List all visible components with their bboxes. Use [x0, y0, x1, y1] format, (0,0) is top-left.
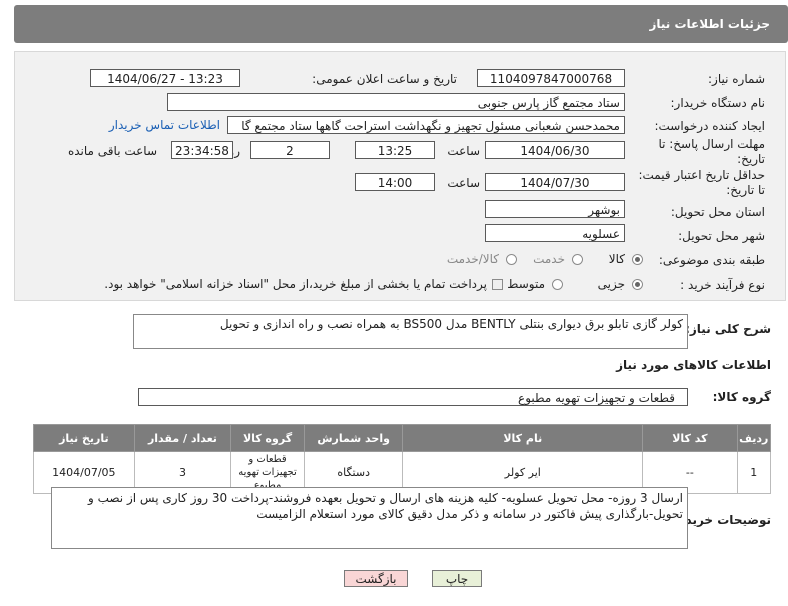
remaining-label: ساعت باقی مانده [67, 144, 157, 158]
city-field[interactable]: عسلویه [485, 224, 625, 242]
goods-section-title: اطلاعات کالاهای مورد نیاز [616, 358, 771, 372]
description-label: شرح کلی نیاز: [685, 322, 771, 336]
price-date-field[interactable]: 1404/07/30 [485, 173, 625, 191]
reply-time-label: ساعت [447, 144, 480, 158]
days-field[interactable]: 2 [250, 141, 330, 159]
page-header: جزئیات اطلاعات نیاز [14, 5, 788, 43]
price-time-label: ساعت [447, 176, 480, 190]
need-number-label: شماره نیاز: [708, 72, 765, 86]
price-deadline-label: حداقل تاریخ اعتبار قیمت: تا تاریخ: [638, 168, 765, 197]
price-time-field[interactable]: 14:00 [355, 173, 435, 191]
col-date: تاریخ نیاز [33, 424, 135, 452]
purchase-small-label: جزیی [597, 277, 625, 291]
province-field[interactable]: بوشهر [485, 200, 625, 218]
goods-table: ردیف کد کالا نام کالا واحد شمارش گروه کا… [33, 424, 772, 494]
payment-note: پرداخت تمام یا بخشی از مبلغ خرید،از محل … [104, 277, 487, 291]
reply-deadline-label: مهلت ارسال پاسخ: تا تاریخ: [658, 137, 765, 166]
reply-time-field[interactable]: 13:25 [355, 141, 435, 159]
goods-group-field[interactable]: قطعات و تجهیزات تهویه مطبوع [138, 388, 688, 406]
buyer-org-field[interactable]: ستاد مجتمع گاز پارس جنوبی [167, 93, 625, 111]
buyer-contact-link[interactable]: اطلاعات تماس خریدار [109, 118, 220, 132]
purchase-medium-label: متوسط [507, 277, 545, 291]
city-label: شهر محل تحویل: [678, 229, 765, 243]
treasury-checkbox[interactable] [492, 279, 503, 290]
reply-date-field[interactable]: 1404/06/30 [485, 141, 625, 159]
buyer-org-label: نام دستگاه خریدار: [670, 96, 766, 110]
goods-group-label: گروه کالا: [712, 390, 771, 404]
col-group: گروه کالا [230, 424, 305, 452]
category-both-label: کالا/خدمت [446, 252, 499, 266]
print-button[interactable]: چاپ [432, 570, 482, 587]
col-code: کد کالا [642, 424, 738, 452]
announce-date-field[interactable]: 1404/06/27 - 13:23 [90, 69, 240, 87]
category-label: طبقه بندی موضوعی: [658, 253, 765, 267]
announce-label: تاریخ و ساعت اعلان عمومی: [312, 72, 457, 86]
category-goods-label: کالا [608, 252, 625, 266]
back-button[interactable]: بازگشت [344, 570, 408, 587]
category-goods-radio[interactable] [632, 254, 643, 265]
category-service-radio[interactable] [572, 254, 583, 265]
category-service-label: خدمت [533, 252, 565, 266]
description-field[interactable]: کولر گازی تابلو برق دیواری بنتلی BENTLY … [133, 314, 688, 349]
col-unit: واحد شمارش [303, 424, 404, 452]
need-details-panel: شماره نیاز: 1104097847000768 تاریخ و ساع… [14, 51, 786, 301]
purchase-medium-radio[interactable] [552, 279, 563, 290]
buyer-notes-field[interactable]: ارسال 3 روزه- محل تحویل عسلویه- کلیه هزی… [51, 487, 688, 549]
purchase-small-radio[interactable] [632, 279, 643, 290]
table-header-row: ردیف کد کالا نام کالا واحد شمارش گروه کا… [33, 424, 772, 452]
page-title: جزئیات اطلاعات نیاز [649, 17, 770, 31]
category-both-radio[interactable] [506, 254, 517, 265]
need-number-field[interactable]: 1104097847000768 [477, 69, 625, 87]
cell-row: 1 [736, 451, 772, 494]
col-name: نام کالا [402, 424, 644, 452]
creator-label: ایجاد کننده درخواست: [654, 119, 765, 133]
col-row: ردیف [736, 424, 772, 452]
col-qty: تعداد / مقدار [133, 424, 232, 452]
purchase-type-label: نوع فرآیند خرید : [680, 278, 765, 292]
creator-field[interactable]: محمدحسن شعبانی مسئول تجهیز و نگهداشت است… [227, 116, 625, 134]
province-label: استان محل تحویل: [670, 205, 765, 219]
remaining-time-field[interactable]: 23:34:58 [171, 141, 233, 159]
